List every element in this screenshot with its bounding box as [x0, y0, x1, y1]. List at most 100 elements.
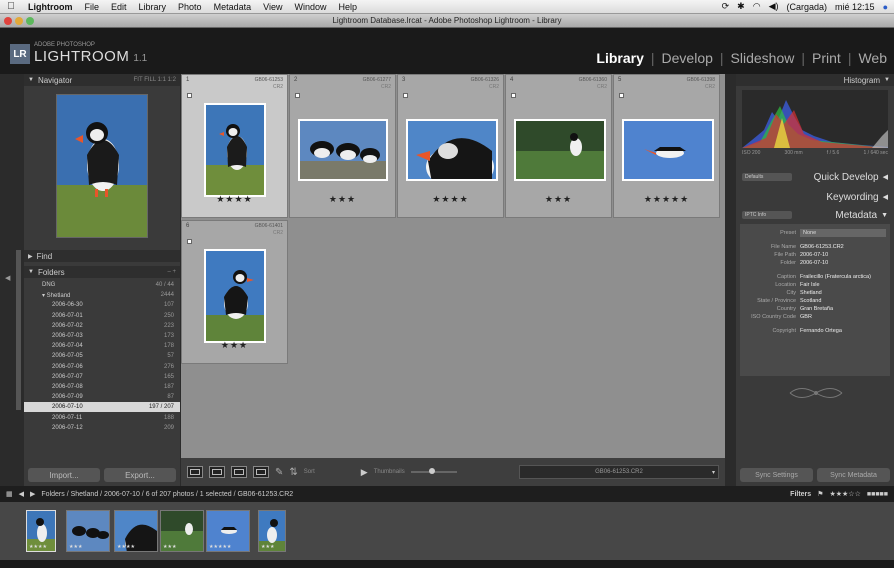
module-web[interactable]: Web [851, 50, 894, 66]
menu-view[interactable]: View [257, 2, 288, 12]
sync-icon[interactable]: ⟳ [722, 1, 730, 12]
menu-photo[interactable]: Photo [172, 2, 208, 12]
left-panel-scrollbar[interactable] [16, 250, 21, 410]
folder-row[interactable]: 2006-06-30 107 [24, 300, 180, 310]
filename-field[interactable]: GB06-61253.CR2 ▾ [519, 465, 719, 479]
filmstrip-item[interactable]: ★★★★★ [206, 510, 250, 552]
pick-flag-icon[interactable] [511, 93, 516, 98]
left-panel-toggle-icon[interactable]: ◀ [5, 274, 10, 282]
defaults-select[interactable]: Defaults [742, 173, 792, 181]
metadata-header[interactable]: IPTC Info Metadata ▼ [736, 208, 894, 222]
pick-flag-icon[interactable] [295, 93, 300, 98]
grid-view-icon[interactable] [187, 466, 203, 478]
menu-file[interactable]: File [79, 2, 106, 12]
wifi-icon[interactable]: ◠ [753, 1, 761, 12]
folder-row[interactable]: 2006-07-12 209 [24, 423, 180, 433]
find-header[interactable]: ▶ Find [24, 250, 180, 262]
rating-stars[interactable]: ★★★ [506, 194, 611, 205]
histogram-header[interactable]: Histogram ▼ [736, 74, 894, 86]
sort-label[interactable]: Sort [304, 469, 315, 475]
folder-row[interactable]: 2006-07-03 173 [24, 331, 180, 341]
folder-row[interactable]: 2006-07-07 165 [24, 372, 180, 382]
metadata-value[interactable]: GB06-61253.CR2 [800, 244, 886, 250]
folder-row[interactable]: DNG 40 / 44 [24, 280, 180, 290]
grid-cell[interactable]: 2 GB06-61277 CR2 ★★★ [289, 74, 396, 218]
navigator-header[interactable]: ▼ Navigator FIT FILL 1:1 1:2 [24, 74, 180, 86]
apple-icon[interactable]:  [0, 1, 22, 12]
filmstrip-item[interactable]: ★★★ [258, 510, 286, 552]
grid-cell[interactable]: 4 GB06-61360 CR2 ★★★ [505, 74, 612, 218]
folder-row[interactable]: 2006-07-09 87 [24, 392, 180, 402]
import-button[interactable]: Import... [28, 468, 100, 482]
folder-add-remove[interactable]: – + [167, 269, 176, 275]
grid-cell[interactable]: 6 GB06-61401 CR2 ★★★ [181, 220, 288, 364]
filmstrip-item[interactable]: ★★★★ [26, 510, 56, 552]
grid-cell[interactable]: 1 GB06-61253 CR2 ★★★★ [181, 74, 288, 218]
grid-cell[interactable]: 3 GB06-61326 CR2 ★★★★ [397, 74, 504, 218]
folders-header[interactable]: ▼ Folders – + [24, 266, 180, 278]
pick-flag-icon[interactable] [619, 93, 624, 98]
thumbnail[interactable] [622, 119, 714, 181]
menu-help[interactable]: Help [332, 2, 363, 12]
folder-row[interactable]: 2006-07-01 250 [24, 311, 180, 321]
menu-library[interactable]: Library [133, 2, 173, 12]
filmstrip-item[interactable]: ★★★ [66, 510, 110, 552]
thumbnail[interactable] [514, 119, 606, 181]
close-window-icon[interactable] [4, 17, 12, 25]
menu-edit[interactable]: Edit [105, 2, 133, 12]
folder-row[interactable]: 2006-07-04 178 [24, 341, 180, 351]
module-print[interactable]: Print [805, 50, 848, 66]
menu-app[interactable]: Lightroom [22, 2, 79, 12]
navigator-zoom-options[interactable]: FIT FILL 1:1 1:2 [134, 77, 176, 83]
metadata-value[interactable]: Scotland [800, 298, 886, 304]
thumbnail[interactable] [204, 249, 266, 343]
play-slideshow-icon[interactable]: ▶ [361, 467, 368, 478]
metadata-value[interactable] [800, 322, 886, 326]
chevron-down-icon[interactable]: ▾ [712, 469, 715, 476]
grid-toggle-icon[interactable]: ▦ [6, 490, 13, 498]
preset-select[interactable]: None [800, 229, 886, 237]
menu-metadata[interactable]: Metadata [208, 2, 258, 12]
quick-develop-header[interactable]: Defaults Quick Develop ◀ [736, 170, 894, 184]
slider-knob[interactable] [429, 468, 436, 474]
pick-flag-icon[interactable] [403, 93, 408, 98]
navigator-preview[interactable] [56, 94, 148, 238]
rating-stars[interactable]: ★★★★★ [614, 194, 719, 205]
zoom-window-icon[interactable] [26, 17, 34, 25]
sync-settings-button[interactable]: Sync Settings [740, 468, 813, 482]
loupe-view-icon[interactable] [209, 466, 225, 478]
rating-stars[interactable]: ★★★ [182, 340, 287, 351]
metadata-value[interactable] [800, 268, 886, 272]
metadata-value[interactable]: Fair Isle [800, 282, 886, 288]
rating-stars[interactable]: ★★★ [290, 194, 395, 205]
folder-row[interactable]: 2006-07-05 57 [24, 351, 180, 361]
metadata-value[interactable]: Shetland [800, 290, 886, 296]
metadata-value[interactable]: Fernando Ortega [800, 328, 886, 334]
module-slideshow[interactable]: Slideshow [724, 50, 802, 66]
thumbnail[interactable] [298, 119, 388, 181]
flag-filter-icon[interactable]: ⚑ [817, 490, 823, 498]
metadata-view-select[interactable]: IPTC Info [742, 211, 792, 219]
pick-flag-icon[interactable] [187, 239, 192, 244]
metadata-value[interactable]: 2006-07-10 [800, 260, 886, 266]
folder-row[interactable]: ▾ Shetland 2444 [24, 290, 180, 300]
module-library[interactable]: Library [589, 50, 650, 66]
metadata-value[interactable]: Frailecillo (Fratercula arctica) [800, 274, 886, 280]
grid-cell[interactable]: 5 GB06-61398 CR2 ★★★★★ [613, 74, 720, 218]
metadata-value[interactable]: GBR [800, 314, 886, 320]
filmstrip-item[interactable]: ★★★★ [114, 510, 158, 552]
sync-metadata-button[interactable]: Sync Metadata [817, 468, 890, 482]
export-button[interactable]: Export... [104, 468, 176, 482]
volume-icon[interactable]: ◀) [769, 1, 779, 12]
painter-icon[interactable]: ✎ [275, 467, 283, 478]
filmstrip-item[interactable]: ★★★ [160, 510, 204, 552]
thumbnail[interactable] [204, 103, 266, 197]
thumbnail-size-slider[interactable] [410, 468, 457, 474]
folder-row[interactable]: 2006-07-08 187 [24, 382, 180, 392]
folder-row[interactable]: 2006-07-11 188 [24, 412, 180, 422]
menu-window[interactable]: Window [288, 2, 332, 12]
survey-view-icon[interactable] [253, 466, 269, 478]
color-filter-icon[interactable]: ■■■■■ [867, 491, 888, 498]
bluetooth-icon[interactable]: ✱ [737, 1, 745, 12]
clock[interactable]: mié 12:15 [835, 2, 875, 12]
